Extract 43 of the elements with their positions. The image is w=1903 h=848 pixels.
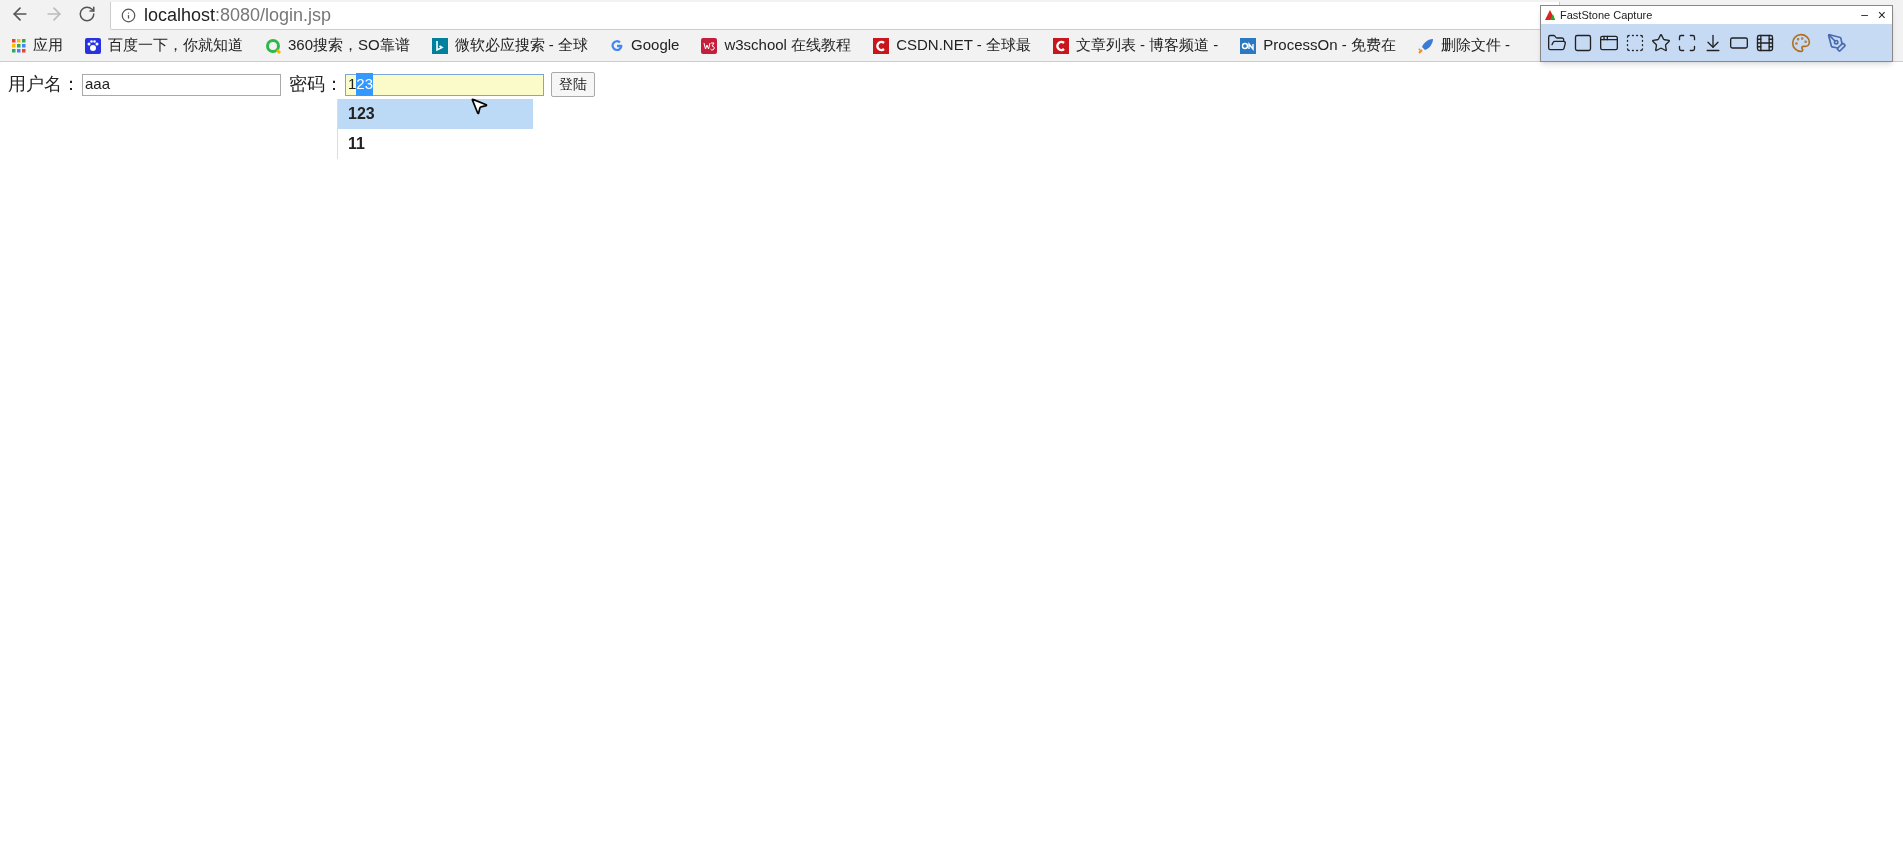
apps-grid-icon (12, 38, 26, 53)
bookmark-link[interactable]: 删除文件 - (1417, 34, 1511, 57)
close-button[interactable]: × (1874, 8, 1889, 22)
g-logo-icon (610, 38, 625, 53)
window-title: FastStone Capture (1560, 7, 1654, 23)
b-logo-icon (431, 37, 448, 54)
username-label: 用户名： (8, 73, 80, 96)
info-icon (121, 8, 136, 23)
login-button[interactable]: 登陆 (551, 72, 595, 97)
paw-icon (85, 37, 101, 54)
reload-icon[interactable] (78, 5, 96, 23)
on-logo-icon (1240, 37, 1257, 54)
palette-icon[interactable] (1791, 32, 1811, 53)
window-icon[interactable] (1573, 32, 1593, 53)
password-field[interactable]: 123 (345, 73, 544, 96)
password-label: 密码： (289, 73, 343, 96)
bookmark-link[interactable]: w3school 在线教程 (701, 34, 852, 57)
address-bar[interactable]: localhost:8080/login.jsp (110, 2, 1560, 30)
freehand-shape-icon[interactable] (1651, 32, 1671, 53)
bookmark-link[interactable]: ProcessOn - 免费在 (1240, 34, 1396, 57)
app-logo-icon (1544, 9, 1556, 21)
bookmark-link[interactable]: 360搜索，SO靠谱 (265, 34, 410, 57)
dashed-rectangle-icon[interactable] (1625, 32, 1645, 53)
ring-icon (265, 37, 281, 54)
bookmark-link[interactable]: 文章列表 - 博客频道 - (1052, 34, 1219, 57)
c-logo-icon (873, 37, 890, 54)
bookmark-link[interactable]: Google (610, 34, 680, 57)
c-logo-icon (1052, 37, 1069, 54)
mouse-cursor-icon (469, 96, 489, 116)
pen-icon[interactable] (1827, 32, 1847, 53)
username-field[interactable]: aaa (82, 73, 281, 96)
minimize-button[interactable]: – (1858, 9, 1871, 21)
bookmark-link[interactable]: 百度一下，你就知道 (85, 34, 243, 57)
rocket-icon (1417, 37, 1434, 54)
fullscreen-icon[interactable] (1677, 32, 1697, 53)
bookmark-link[interactable]: 应用 (12, 34, 63, 57)
bookmark-link[interactable]: 微软必应搜索 - 全球 (431, 34, 589, 57)
url-text: localhost:8080/login.jsp (144, 4, 332, 27)
film-icon[interactable] (1755, 32, 1775, 53)
bookmark-link[interactable]: CSDN.NET - 全球最 (873, 34, 1031, 57)
folder-icon[interactable] (1547, 32, 1567, 53)
suggestion-item[interactable]: 123 (338, 99, 533, 129)
w3-logo-icon (701, 37, 718, 54)
